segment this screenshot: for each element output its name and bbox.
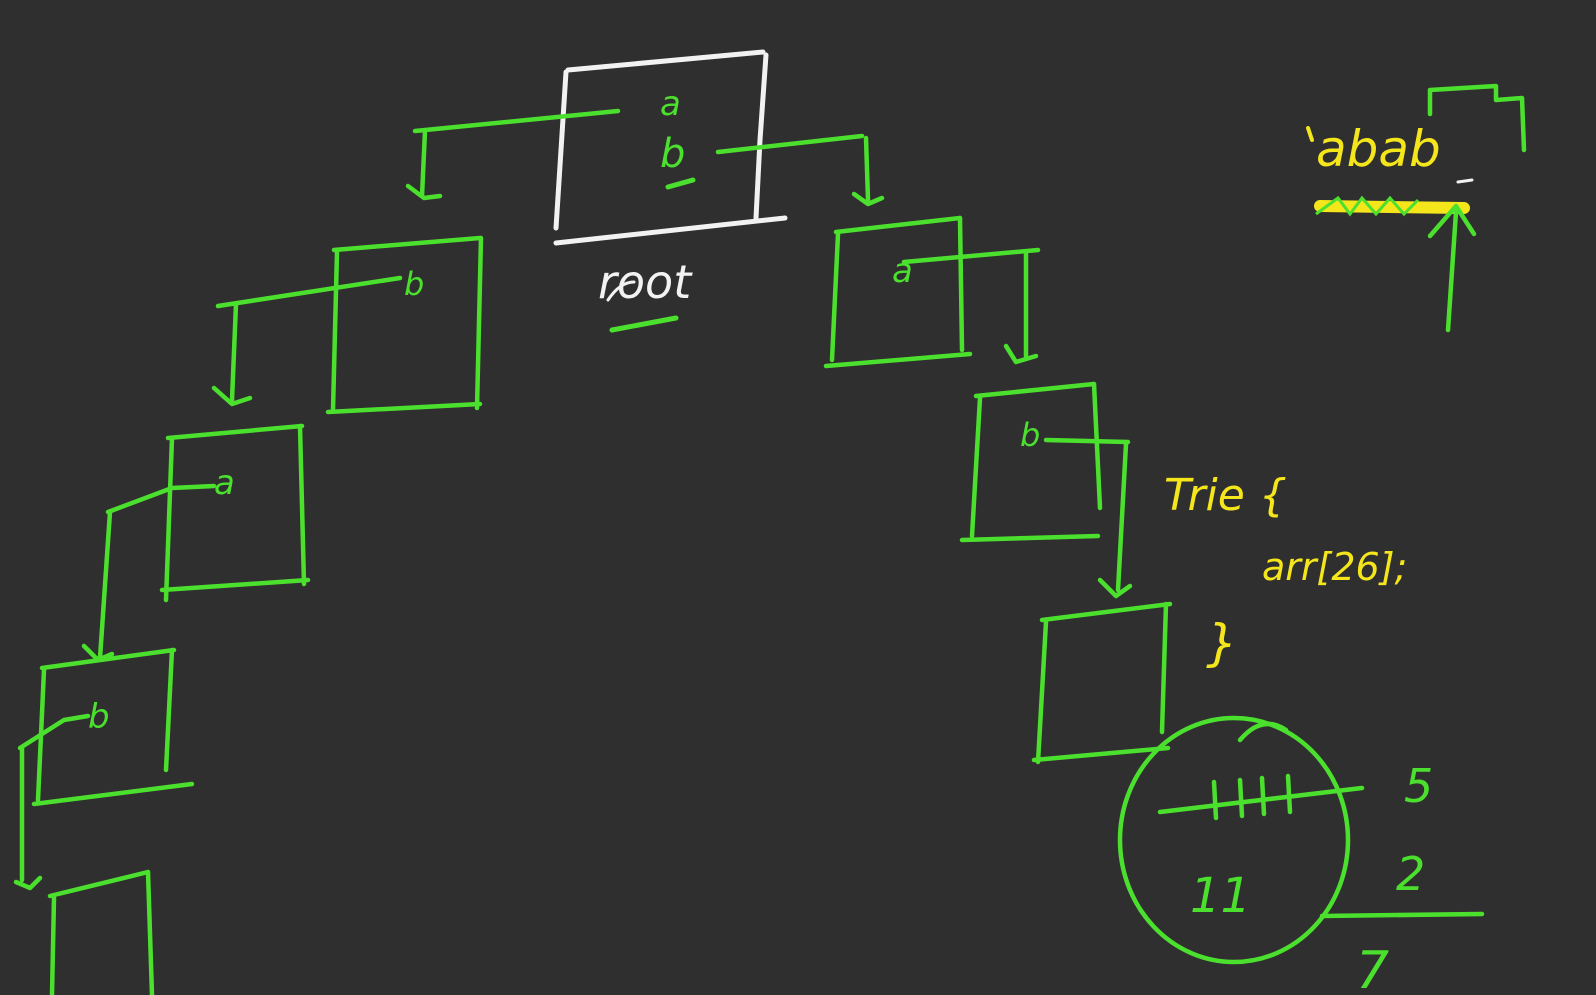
tally-mark-4 [1285, 773, 1293, 815]
word-cursor-mark [1456, 178, 1474, 184]
tally-inside-count: 11 [1190, 868, 1251, 924]
code-line2: arr[26]; [1262, 545, 1407, 589]
tally-mark-1 [1211, 779, 1219, 821]
left-node3-char: b [88, 697, 110, 737]
sum-line [1319, 911, 1485, 919]
word-highlight [1314, 200, 1470, 214]
tally-side-top: 5 [1404, 759, 1433, 813]
root-char-b: b [660, 131, 685, 177]
left-link-1-stem [419, 128, 428, 199]
code-line3: } [1206, 614, 1238, 672]
right-node1-char: a [892, 251, 913, 291]
left-node4-left [49, 895, 57, 995]
right-link-1-stem [863, 135, 871, 203]
right-node1-right [957, 215, 965, 353]
root-char-a: a [660, 84, 681, 124]
word-text: abab [1316, 120, 1441, 178]
right-node2-char: b [1020, 416, 1040, 454]
tally-side-mid: 2 [1396, 847, 1425, 901]
root-label: root [598, 255, 693, 309]
whiteboard-canvas: a b root b a b a b abab Trie {arr[26]; … [0, 0, 1596, 995]
tally-side-bottom: 7 [1356, 941, 1389, 995]
right-link-3 [1043, 437, 1131, 445]
left-node1-char: b [404, 265, 424, 303]
tally-mark-3 [1259, 775, 1267, 817]
left-node2-char: a [214, 463, 235, 503]
code-line1: Trie { [1164, 470, 1287, 521]
tally-mark-2 [1237, 777, 1245, 819]
